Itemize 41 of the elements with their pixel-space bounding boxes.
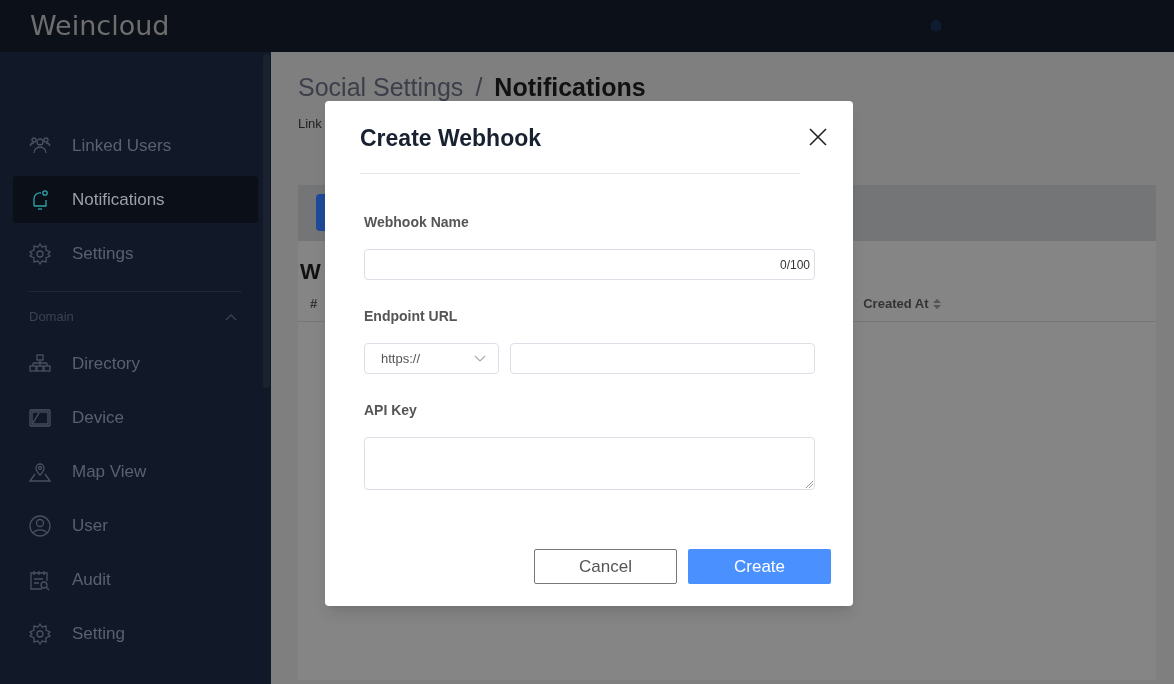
column-header: # bbox=[310, 295, 318, 314]
sidebar-item[interactable]: Setting bbox=[13, 610, 258, 657]
dialog-title: Create Webhook bbox=[360, 123, 542, 153]
section-heading: W bbox=[300, 257, 321, 286]
sidebar-item[interactable]: Notifications bbox=[13, 176, 258, 223]
field-label: Endpoint URL bbox=[364, 307, 459, 326]
close-icon[interactable] bbox=[809, 128, 827, 146]
sidebar-item[interactable]: Map View bbox=[13, 448, 258, 495]
resize-handle-icon[interactable] bbox=[806, 481, 813, 488]
input-field[interactable]: 0/100 bbox=[364, 249, 815, 280]
text-area[interactable] bbox=[364, 437, 815, 490]
user-icon bbox=[29, 514, 51, 537]
sidebar-item[interactable]: User bbox=[13, 502, 258, 549]
cancel-button[interactable]: Cancel bbox=[534, 549, 677, 584]
create-button[interactable]: Create bbox=[688, 549, 831, 584]
page-title: Notifications bbox=[494, 72, 646, 103]
gear-icon bbox=[29, 622, 51, 645]
page-subtitle: Link bbox=[298, 115, 323, 133]
sidebar-item[interactable]: Device bbox=[13, 394, 258, 441]
map-pin-icon bbox=[29, 460, 51, 483]
character-counter: 0/100 bbox=[779, 256, 810, 274]
sidebar-item[interactable]: Linked Users bbox=[13, 122, 258, 169]
breadcrumb-separator: / bbox=[475, 72, 483, 103]
sidebar-item[interactable]: Settings bbox=[13, 230, 258, 277]
column-header[interactable]: Created At bbox=[863, 294, 941, 314]
sort-icon bbox=[932, 298, 941, 310]
field-label: Webhook Name bbox=[364, 213, 470, 232]
chevron-icon[interactable] bbox=[225, 313, 237, 321]
scheme-dropdown[interactable]: https:// bbox=[364, 343, 499, 374]
bell-icon[interactable] bbox=[928, 18, 944, 34]
sidebar-item[interactable]: Directory bbox=[13, 340, 258, 387]
sidebar-item[interactable]: Audit bbox=[13, 556, 258, 603]
input-field[interactable] bbox=[510, 343, 815, 374]
clipboard-search-icon bbox=[29, 568, 51, 591]
screen-icon bbox=[29, 406, 51, 429]
field-label: API Key bbox=[364, 401, 418, 420]
scrollbar[interactable] bbox=[263, 54, 270, 388]
gear-icon bbox=[29, 242, 51, 265]
logo: Weincloud bbox=[30, 8, 170, 43]
chevron-icon bbox=[474, 355, 486, 362]
hierarchy-icon bbox=[29, 352, 51, 375]
